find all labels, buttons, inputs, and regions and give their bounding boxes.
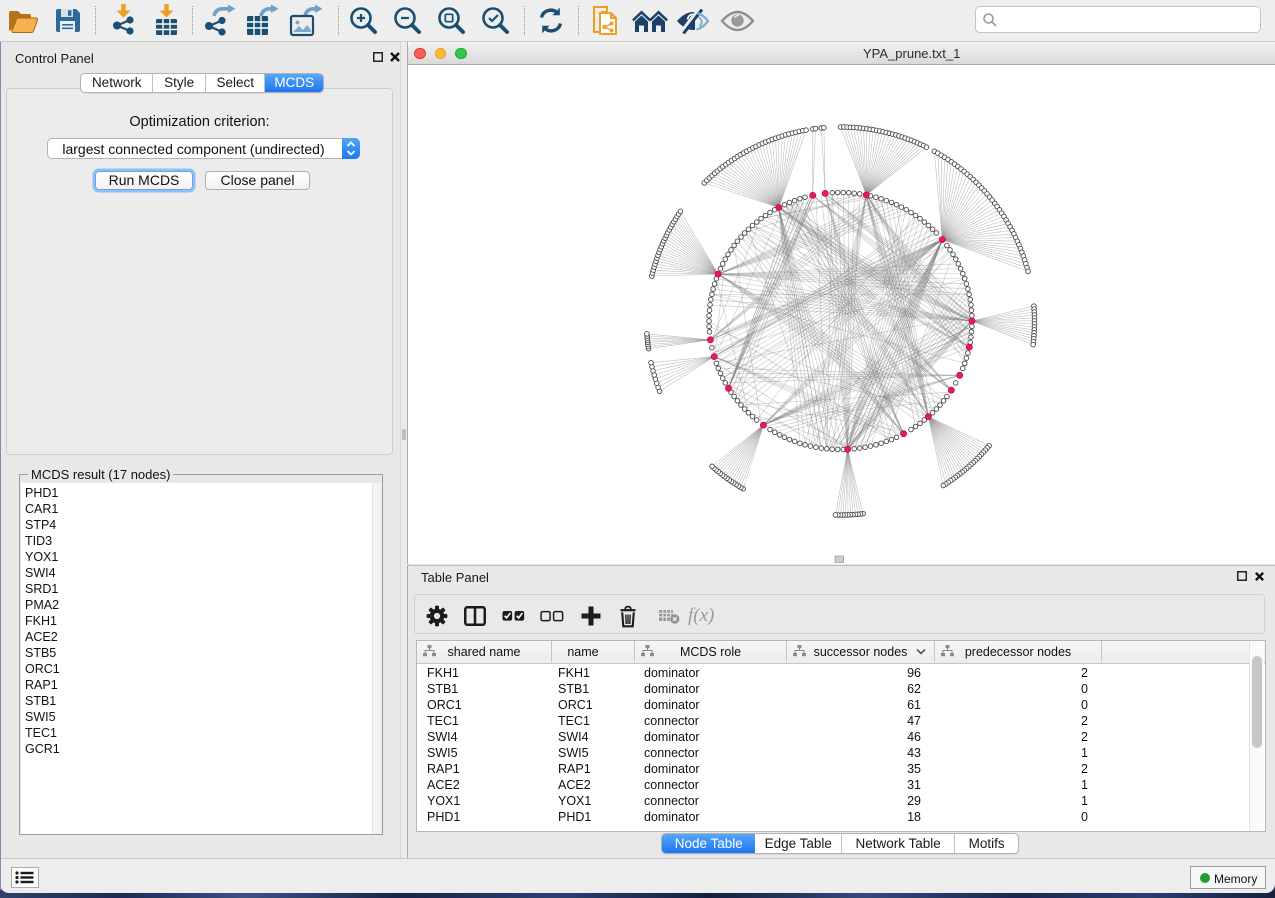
svg-text:f(x): f(x) <box>688 605 714 626</box>
